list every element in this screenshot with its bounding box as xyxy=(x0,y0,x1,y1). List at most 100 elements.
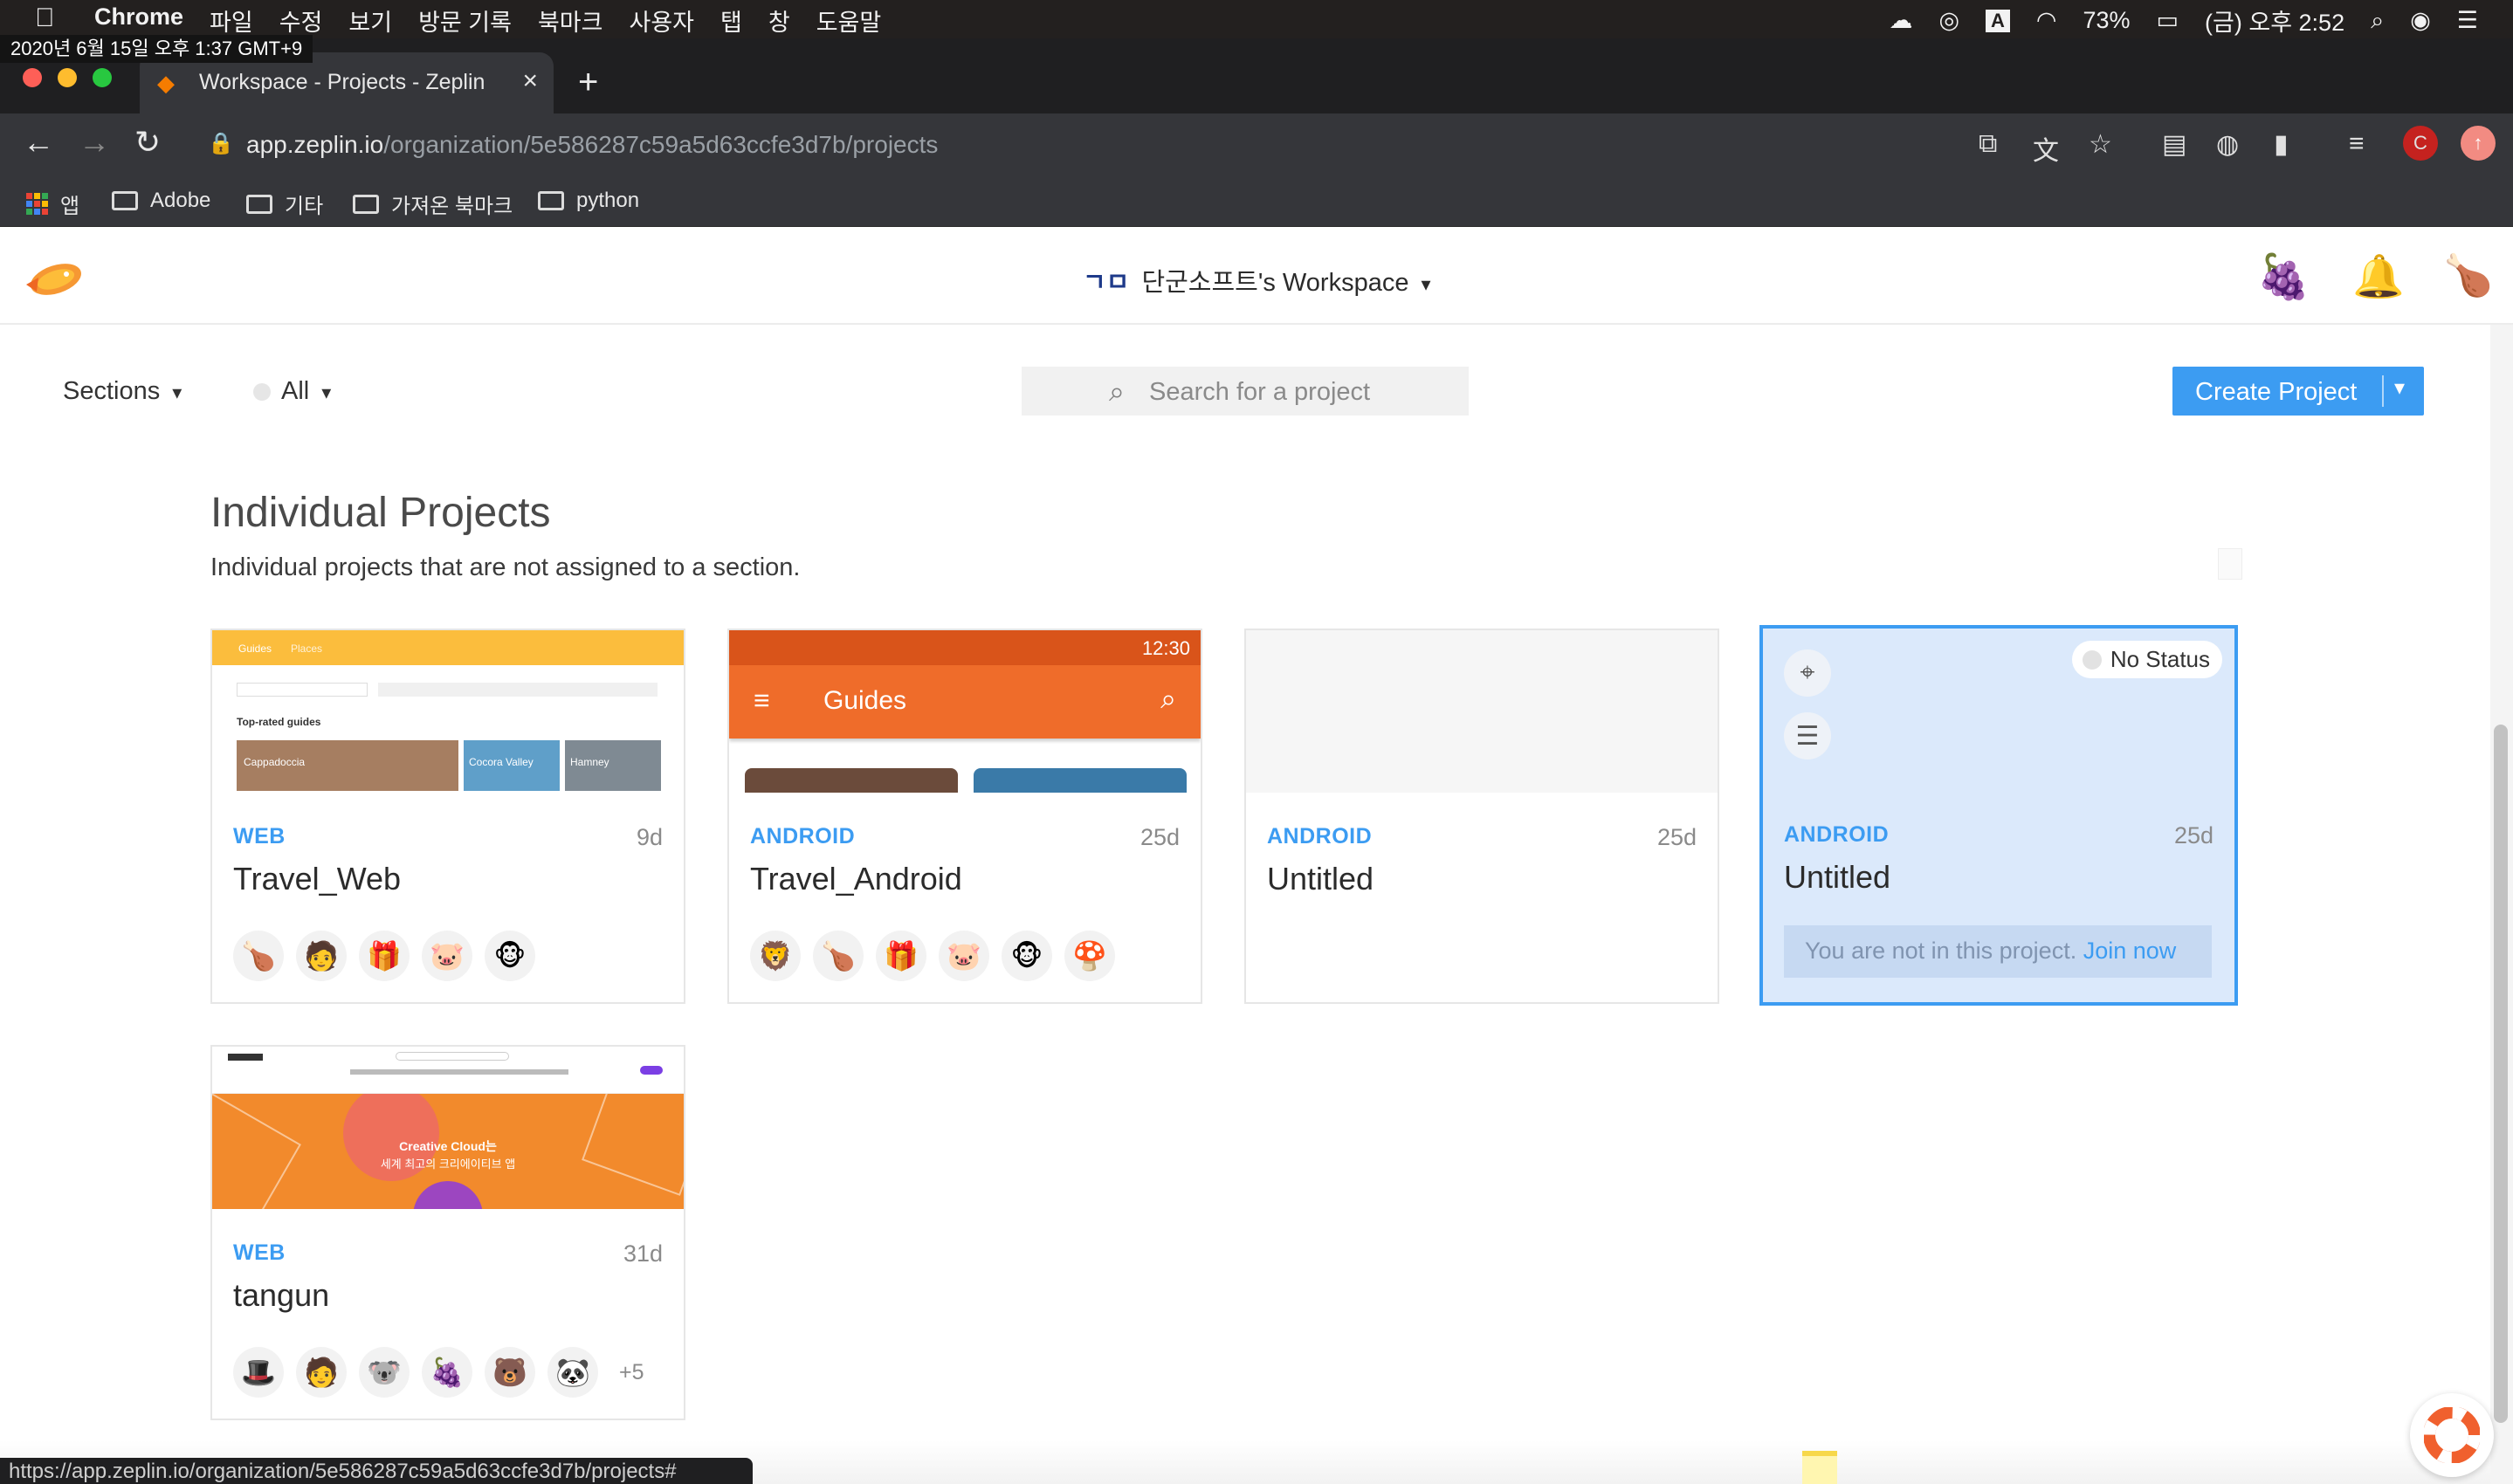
menu-item-tab[interactable]: 탭 xyxy=(720,3,742,38)
menu-app-name[interactable]: Chrome xyxy=(94,3,183,38)
back-icon[interactable]: ← xyxy=(23,124,54,161)
wifi-icon[interactable]: ◠ xyxy=(2036,7,2057,34)
menu-item-window[interactable]: 창 xyxy=(768,3,790,38)
new-tab-icon[interactable]: + xyxy=(578,63,598,102)
profile-avatar[interactable]: C xyxy=(2403,126,2438,161)
search-input[interactable]: ⌕ Search for a project xyxy=(1022,367,1469,416)
help-lifebuoy-icon[interactable] xyxy=(2410,1393,2494,1477)
more-members-count[interactable]: +5 xyxy=(619,1347,644,1398)
project-name[interactable]: Travel_Android xyxy=(750,861,962,897)
join-now-link[interactable]: Join now xyxy=(2083,938,2177,964)
menu-item-history[interactable]: 방문 기록 xyxy=(418,3,512,38)
project-thumbnail: 12:30 ≡ Guides ⌕ xyxy=(729,630,1201,793)
project-name[interactable]: tangun xyxy=(233,1277,329,1314)
close-window-button[interactable] xyxy=(23,68,42,87)
project-age: 25d xyxy=(1139,824,1180,850)
avatar[interactable]: 🐼 xyxy=(547,1347,598,1398)
avatar[interactable]: 🐷 xyxy=(939,931,989,981)
workspace-name: 단군소프트's Workspace xyxy=(1141,269,1409,297)
close-tab-icon[interactable]: × xyxy=(522,66,538,96)
menu-item-edit[interactable]: 수정 xyxy=(279,3,323,38)
reading-list-icon[interactable]: ≡ xyxy=(2349,129,2365,159)
avatar[interactable]: 🎩 xyxy=(233,1347,284,1398)
project-name[interactable]: Untitled xyxy=(1267,861,1374,897)
siri-icon[interactable]: ◉ xyxy=(2410,7,2431,34)
project-card[interactable]: Creative Cloud는 세계 최고의 크리에이티브 앱 WEB 31d … xyxy=(210,1045,685,1420)
avatar[interactable]: 🐵 xyxy=(1002,931,1052,981)
join-notice: You are not in this project. Join now xyxy=(1784,925,2212,978)
avatar[interactable]: 🍄 xyxy=(1064,931,1115,981)
avatar[interactable]: 🐷 xyxy=(422,931,472,981)
project-card-selected[interactable]: No Status ⌖ ☰ ANDROID 25d Untitled You a… xyxy=(1759,625,2238,1006)
avatar[interactable]: 🎁 xyxy=(359,931,410,981)
sections-label: Sections xyxy=(63,377,161,405)
record-extension-icon[interactable]: ◍ xyxy=(2216,129,2239,160)
chevron-down-icon[interactable]: ▾ xyxy=(2394,375,2405,401)
notifications-bell-icon[interactable]: 🔔 xyxy=(2352,251,2405,301)
avatar[interactable]: 🍗 xyxy=(813,931,864,981)
menu-item-help[interactable]: 도움말 xyxy=(816,3,882,38)
menu-item-profiles[interactable]: 사용자 xyxy=(629,3,694,38)
reload-icon[interactable]: ↻ xyxy=(134,124,161,161)
avatar[interactable]: 🦁 xyxy=(750,931,801,981)
bookmark-folder-adobe[interactable]: Adobe xyxy=(112,189,210,213)
minimize-window-button[interactable] xyxy=(58,68,77,87)
sections-dropdown[interactable]: Sections ▾ xyxy=(63,377,182,406)
address-bar[interactable]: 🔒 app.zeplin.io/organization/5e586287c59… xyxy=(192,120,2069,168)
terminal-extension-icon[interactable]: ▮ xyxy=(2274,129,2289,160)
spotlight-icon[interactable]: ⌕ xyxy=(2371,7,2384,35)
status-filter-dropdown[interactable]: All ▾ xyxy=(253,377,331,406)
avatar[interactable]: 🎁 xyxy=(876,931,926,981)
project-card[interactable]: ANDROID 25d Untitled xyxy=(1244,629,1719,1004)
bookmark-folder-other[interactable]: 기타 xyxy=(246,189,323,219)
clock[interactable]: (금) 오후 2:52 xyxy=(2205,3,2344,38)
status-dot-icon xyxy=(2082,649,2102,670)
creative-cloud-icon[interactable]: ◎ xyxy=(1938,7,1959,34)
lock-icon[interactable]: 🔒 xyxy=(208,131,234,156)
bookmark-folder-imported[interactable]: 가져온 북마크 xyxy=(353,189,513,219)
create-project-button[interactable]: Create Project ▾ xyxy=(2172,367,2424,416)
status-badge[interactable]: No Status xyxy=(2071,641,2222,678)
menu-item-view[interactable]: 보기 xyxy=(348,3,392,38)
folder-icon xyxy=(246,194,272,214)
bookmark-apps[interactable]: 앱 xyxy=(26,189,79,219)
avatar[interactable]: 🧑 xyxy=(296,931,347,981)
pin-icon[interactable]: ⌖ xyxy=(1784,649,1831,697)
workspace-logo: ㄱㅁ xyxy=(1083,269,1130,297)
forward-icon[interactable]: → xyxy=(79,124,110,161)
zoom-window-button[interactable] xyxy=(93,68,112,87)
battery-icon[interactable]: ▭ xyxy=(2157,7,2179,34)
avatar[interactable]: 🐻 xyxy=(485,1347,535,1398)
avatar[interactable]: 🐨 xyxy=(359,1347,410,1398)
scrollbar-thumb[interactable] xyxy=(2494,725,2508,1423)
project-name[interactable]: Untitled xyxy=(1784,859,1890,896)
section-menu-button[interactable] xyxy=(2218,548,2242,580)
url-text[interactable]: app.zeplin.io/organization/5e586287c59a5… xyxy=(246,131,938,159)
avatar[interactable]: 🐵 xyxy=(485,931,535,981)
bookmark-folder-python[interactable]: python xyxy=(538,189,639,213)
update-icon[interactable]: ↑ xyxy=(2461,126,2496,161)
input-source-icon[interactable]: A xyxy=(1986,9,2010,32)
project-name[interactable]: Travel_Web xyxy=(233,861,401,897)
translate-icon[interactable]: 文 xyxy=(2033,129,2059,168)
settings-sliders-icon[interactable]: ☰ xyxy=(1784,712,1831,759)
apple-icon[interactable]:  xyxy=(35,3,55,33)
open-external-icon[interactable]: ⧉ xyxy=(1979,129,1997,159)
extension-icon[interactable]: ▤ xyxy=(2162,129,2186,160)
menu-item-bookmarks[interactable]: 북마크 xyxy=(538,3,603,38)
member-avatars: 🎩 🧑 🐨 🍇 🐻 🐼 +5 xyxy=(233,1347,644,1398)
cloud-icon[interactable]: ☁ xyxy=(1889,7,1912,34)
user-avatar[interactable]: 🍗 xyxy=(2443,251,2493,299)
avatar[interactable]: 🍇 xyxy=(422,1347,472,1398)
project-card[interactable]: Guides Places Top-rated guides Cappadocc… xyxy=(210,629,685,1004)
project-card[interactable]: 12:30 ≡ Guides ⌕ ANDROID 25d Travel_Andr… xyxy=(727,629,1202,1004)
menu-item-file[interactable]: 파일 xyxy=(210,3,253,38)
avatar[interactable]: 🍗 xyxy=(233,931,284,981)
member-avatars: 🍗 🧑 🎁 🐷 🐵 xyxy=(233,931,535,981)
zeplin-logo-icon[interactable] xyxy=(21,253,87,306)
grape-emoji-icon[interactable]: 🍇 xyxy=(2256,251,2310,303)
avatar[interactable]: 🧑 xyxy=(296,1347,347,1398)
workspace-switcher[interactable]: ㄱㅁ 단군소프트's Workspace ▾ xyxy=(1083,262,1431,299)
notification-center-icon[interactable]: ☰ xyxy=(2457,7,2478,34)
bookmark-star-icon[interactable]: ☆ xyxy=(2089,129,2112,160)
